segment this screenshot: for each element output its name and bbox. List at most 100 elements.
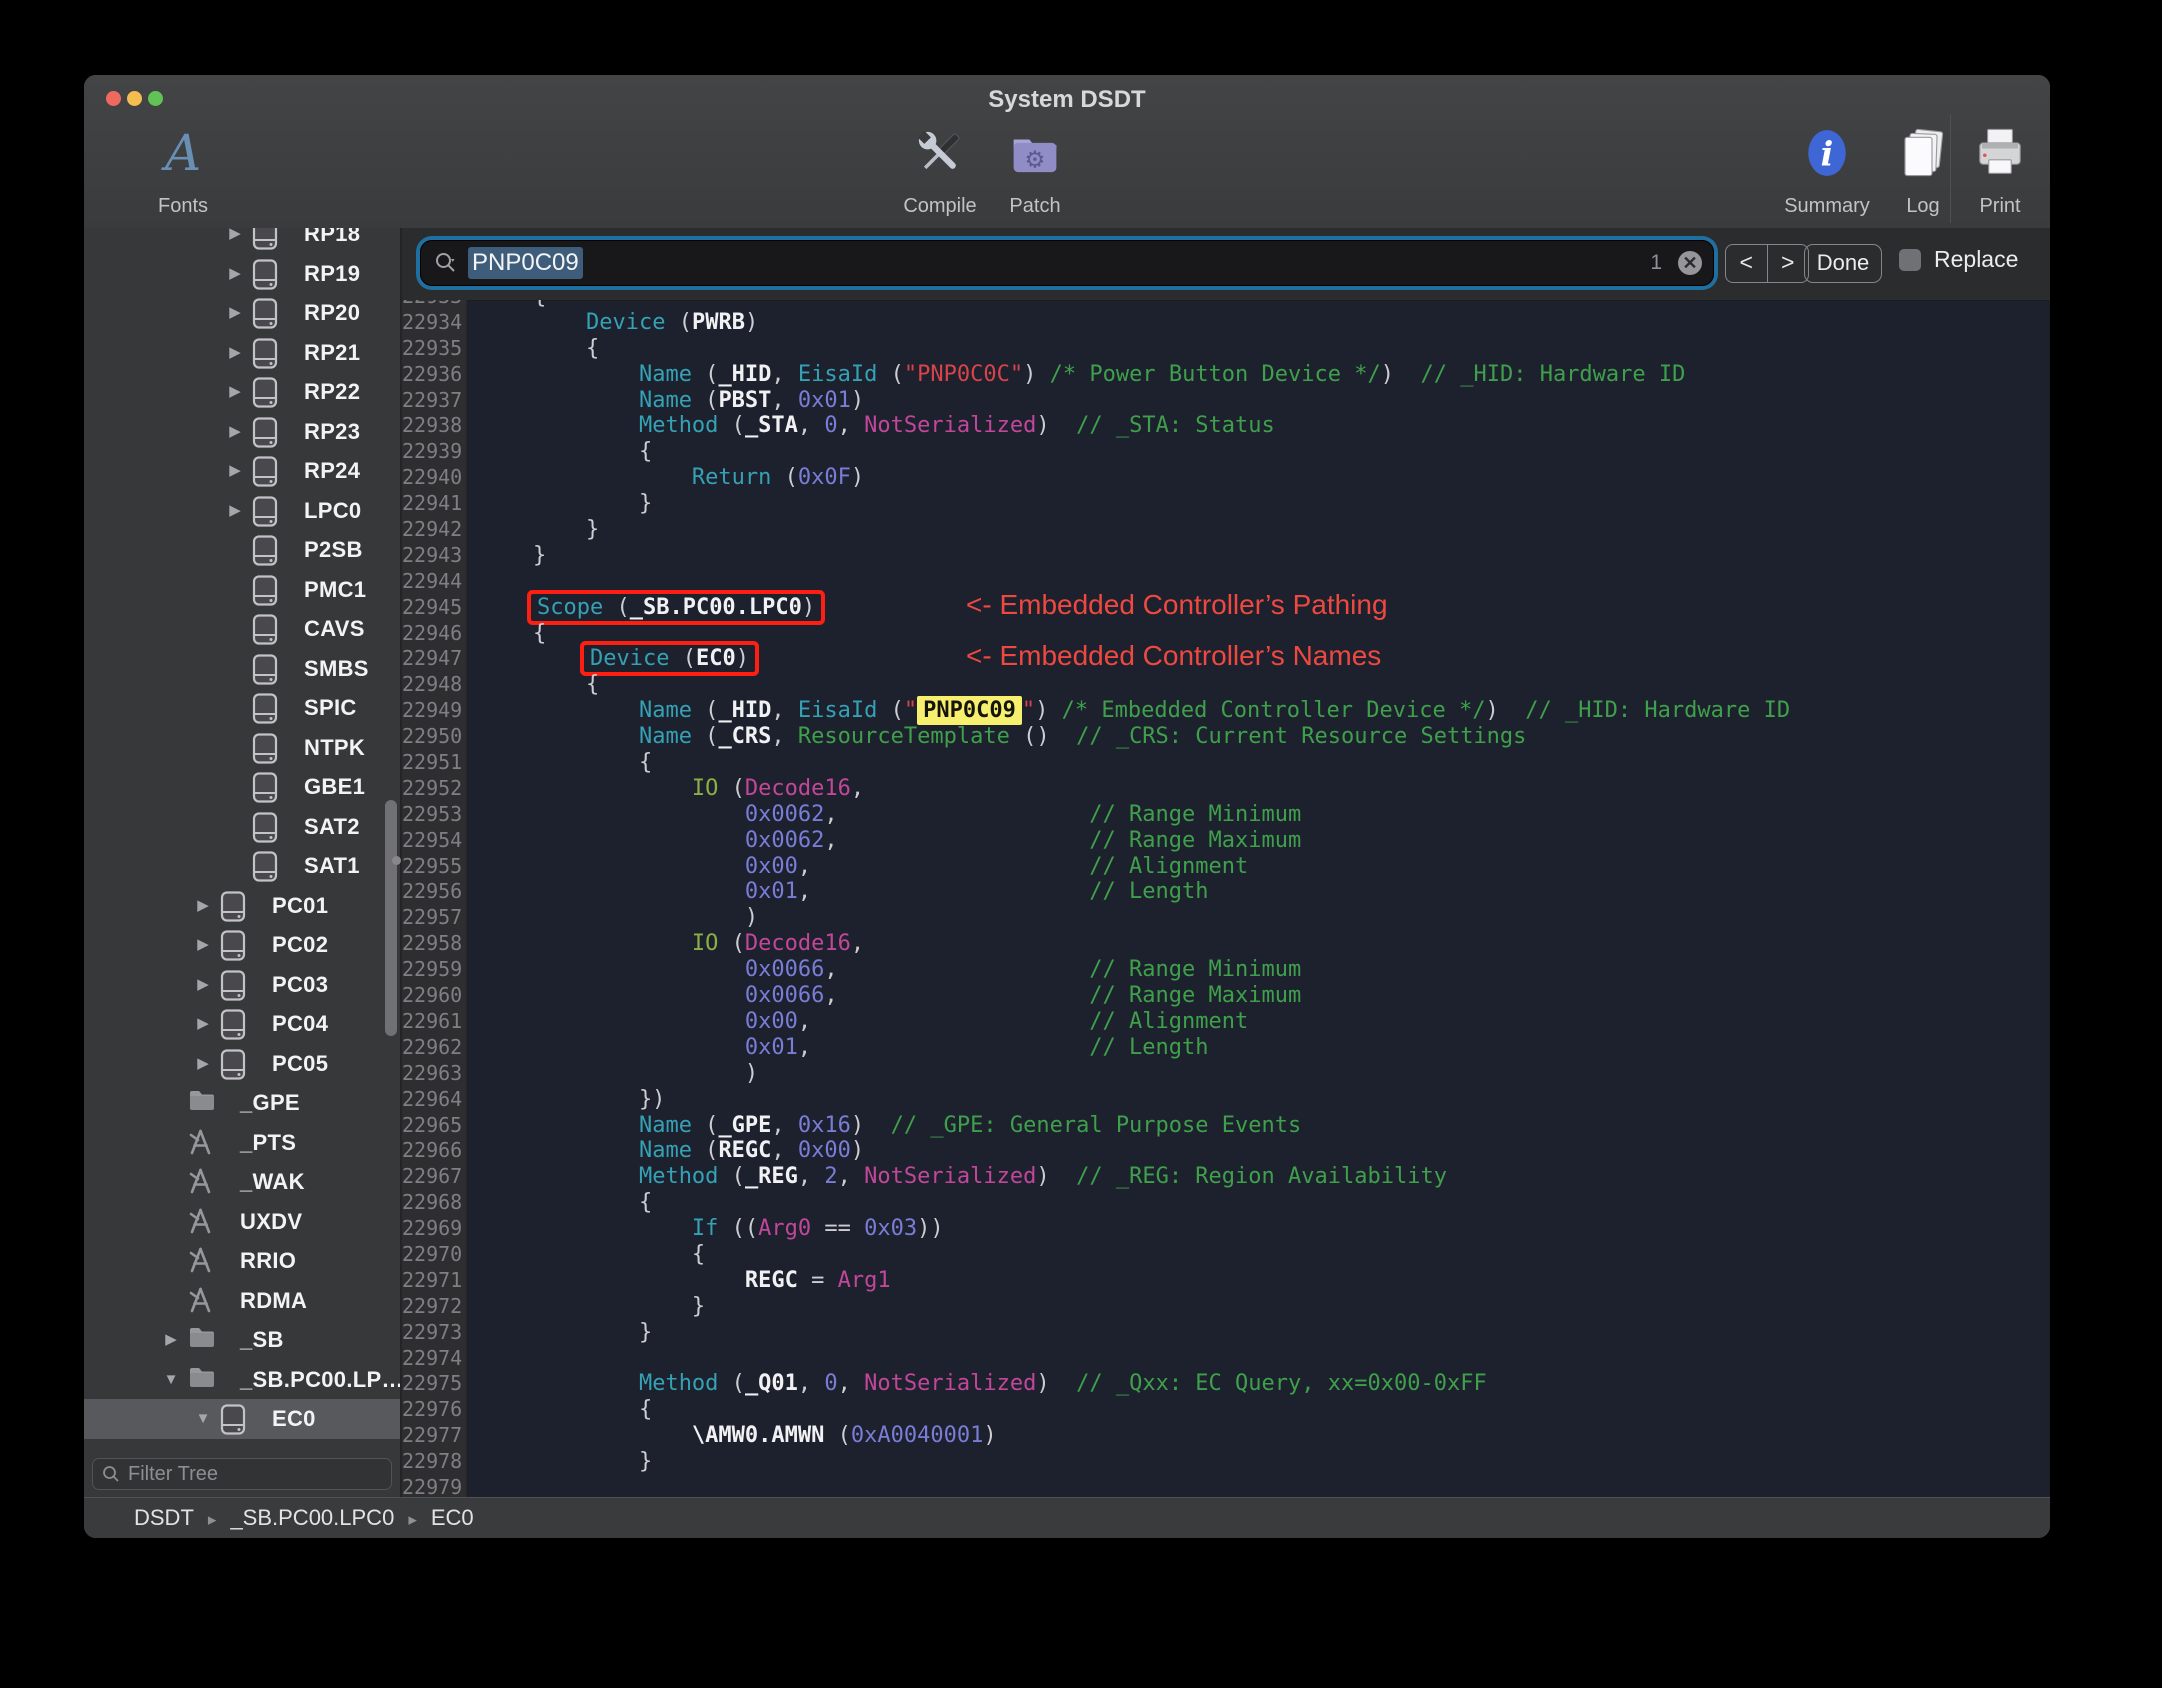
code-line[interactable]: 22934 Device (PWRB)	[402, 310, 2050, 336]
breadcrumb-item[interactable]: EC0	[431, 1505, 474, 1530]
code-line[interactable]: 22936 Name (_HID, EisaId ("PNP0C0C") /* …	[402, 362, 2050, 388]
code-line[interactable]: 22949 Name (_HID, EisaId (" PNP0C09 ") /* …	[402, 696, 2050, 726]
disclosure-triangle-icon[interactable]: ▶	[224, 451, 246, 491]
fonts-button[interactable]: A Fonts	[118, 113, 248, 218]
tree-item-rrio[interactable]: RRIO	[84, 1241, 400, 1281]
code-editor[interactable]: 22933 {22934 Device (PWRB)22935 {22936 N…	[402, 300, 2050, 1497]
disclosure-triangle-icon[interactable]: ▶	[224, 293, 246, 333]
code-line[interactable]: 22939 {	[402, 439, 2050, 465]
tree-item-rp20[interactable]: ▶ RP20	[84, 293, 400, 333]
code-line[interactable]: 22950 Name (_CRS, ResourceTemplate () //…	[402, 724, 2050, 750]
code-line[interactable]: 22968 {	[402, 1190, 2050, 1216]
tree-item-rdma[interactable]: RDMA	[84, 1281, 400, 1321]
code-line[interactable]: 22979	[402, 1475, 2050, 1497]
breadcrumb-item[interactable]: _SB.PC00.LPC0	[230, 1505, 394, 1530]
code-line[interactable]: 22961 0x00, // Alignment	[402, 1009, 2050, 1035]
code-line[interactable]: 22977 \AMW0.AMWN (0xA0040001)	[402, 1423, 2050, 1449]
disclosure-triangle-icon[interactable]: ▼	[192, 1399, 214, 1439]
done-button[interactable]: Done	[1804, 244, 1882, 283]
code-line[interactable]: 22959 0x0066, // Range Minimum	[402, 957, 2050, 983]
code-line[interactable]: 22966 Name (REGC, 0x00)	[402, 1138, 2050, 1164]
disclosure-triangle-icon[interactable]: ▶	[224, 254, 246, 294]
code-line[interactable]: 22971 REGC = Arg1	[402, 1268, 2050, 1294]
code-line[interactable]: 22948 {	[402, 672, 2050, 698]
tree-item-_sbpc00lp[interactable]: ▼ _SB.PC00.LP…	[84, 1360, 400, 1400]
code-line[interactable]: 22935 {	[402, 336, 2050, 362]
tree-item-pc05[interactable]: ▶ PC05	[84, 1044, 400, 1084]
tree-item-sat2[interactable]: SAT2	[84, 807, 400, 847]
code-line[interactable]: 22978 }	[402, 1449, 2050, 1475]
compile-button[interactable]: Compile	[890, 113, 990, 218]
disclosure-triangle-icon[interactable]: ▶	[192, 1004, 214, 1044]
tree-item-_wak[interactable]: _WAK	[84, 1162, 400, 1202]
code-line[interactable]: 22973 }	[402, 1320, 2050, 1346]
code-line[interactable]: 22942 }	[402, 517, 2050, 543]
code-line[interactable]: 22969 If ((Arg0 == 0x03))	[402, 1216, 2050, 1242]
tree-item-rp21[interactable]: ▶ RP21	[84, 333, 400, 373]
code-line[interactable]: 22964 })	[402, 1087, 2050, 1113]
tree-item-_sb[interactable]: ▶ _SB	[84, 1320, 400, 1360]
tree-item-p2sb[interactable]: P2SB	[84, 530, 400, 570]
code-line[interactable]: 22952 IO (Decode16,	[402, 776, 2050, 802]
find-input[interactable]: PNP0C09 1 ✕	[420, 240, 1714, 286]
tree-item-gbe1[interactable]: GBE1	[84, 767, 400, 807]
tree-item-rp22[interactable]: ▶ RP22	[84, 372, 400, 412]
code-line[interactable]: 22975 Method (_Q01, 0, NotSerialized) //…	[402, 1371, 2050, 1397]
code-line[interactable]: 22967 Method (_REG, 2, NotSerialized) //…	[402, 1164, 2050, 1190]
tree-item-ntpk[interactable]: NTPK	[84, 728, 400, 768]
code-line[interactable]: 22933 {	[402, 300, 2050, 310]
replace-checkbox[interactable]	[1899, 249, 1921, 271]
disclosure-triangle-icon[interactable]: ▶	[192, 1044, 214, 1084]
tree-item-spic[interactable]: SPIC	[84, 688, 400, 728]
disclosure-triangle-icon[interactable]: ▶	[192, 965, 214, 1005]
code-line[interactable]: 22965 Name (_GPE, 0x16) // _GPE: General…	[402, 1113, 2050, 1139]
code-line[interactable]: 22947 Device (EC0) <- Embedded Controller…	[402, 642, 2050, 672]
filter-tree-field[interactable]: Filter Tree	[92, 1458, 392, 1490]
tree-item-sat1[interactable]: SAT1	[84, 846, 400, 886]
summary-button[interactable]: i Summary	[1777, 113, 1877, 218]
disclosure-triangle-icon[interactable]: ▶	[160, 1320, 182, 1360]
code-line[interactable]: 22953 0x0062, // Range Minimum	[402, 802, 2050, 828]
tree-item-rp23[interactable]: ▶ RP23	[84, 412, 400, 452]
tree-item-_pts[interactable]: _PTS	[84, 1123, 400, 1163]
tree-item-pc03[interactable]: ▶ PC03	[84, 965, 400, 1005]
clear-search-icon[interactable]: ✕	[1678, 251, 1702, 275]
code-line[interactable]: 22940 Return (0x0F)	[402, 465, 2050, 491]
code-line[interactable]: 22970 {	[402, 1242, 2050, 1268]
print-button[interactable]: Print	[1962, 113, 2038, 218]
tree-item-pc04[interactable]: ▶ PC04	[84, 1004, 400, 1044]
code-line[interactable]: 22941 }	[402, 491, 2050, 517]
tree-item-smbs[interactable]: SMBS	[84, 649, 400, 689]
tree-item-pc01[interactable]: ▶ PC01	[84, 886, 400, 926]
code-line[interactable]: 22974	[402, 1346, 2050, 1372]
tree-item-rp24[interactable]: ▶ RP24	[84, 451, 400, 491]
code-line[interactable]: 22938 Method (_STA, 0, NotSerialized) //…	[402, 413, 2050, 439]
code-line[interactable]: 22963 )	[402, 1061, 2050, 1087]
code-line[interactable]: 22955 0x00, // Alignment	[402, 854, 2050, 880]
log-button[interactable]: Log	[1887, 113, 1959, 218]
code-line[interactable]: 22937 Name (PBST, 0x01)	[402, 388, 2050, 414]
tree-item-_gpe[interactable]: _GPE	[84, 1083, 400, 1123]
code-line[interactable]: 22956 0x01, // Length	[402, 879, 2050, 905]
code-line[interactable]: 22958 IO (Decode16,	[402, 931, 2050, 957]
tree-item-pmc1[interactable]: PMC1	[84, 570, 400, 610]
code-line[interactable]: 22960 0x0066, // Range Maximum	[402, 983, 2050, 1009]
code-line[interactable]: 22951 {	[402, 750, 2050, 776]
code-line[interactable]: 22962 0x01, // Length	[402, 1035, 2050, 1061]
disclosure-triangle-icon[interactable]: ▶	[224, 372, 246, 412]
tree-item-pc02[interactable]: ▶ PC02	[84, 925, 400, 965]
code-line[interactable]: 22976 {	[402, 1397, 2050, 1423]
code-line[interactable]: 22945 Scope (_SB.PC00.LPC0) <- Embedded C…	[402, 590, 2050, 621]
disclosure-triangle-icon[interactable]: ▶	[192, 925, 214, 965]
disclosure-triangle-icon[interactable]: ▶	[224, 228, 246, 254]
breadcrumb-item[interactable]: DSDT	[134, 1505, 194, 1530]
disclosure-triangle-icon[interactable]: ▼	[160, 1360, 182, 1400]
disclosure-triangle-icon[interactable]: ▶	[224, 333, 246, 373]
disclosure-triangle-icon[interactable]: ▶	[224, 491, 246, 531]
tree-item-rp18[interactable]: ▶ RP18	[84, 228, 400, 254]
tree-item-rp19[interactable]: ▶ RP19	[84, 254, 400, 294]
find-next-button[interactable]: >	[1768, 245, 1809, 282]
code-line[interactable]: 22957 )	[402, 905, 2050, 931]
splitter-handle[interactable]	[392, 856, 401, 865]
code-line[interactable]: 22972 }	[402, 1294, 2050, 1320]
